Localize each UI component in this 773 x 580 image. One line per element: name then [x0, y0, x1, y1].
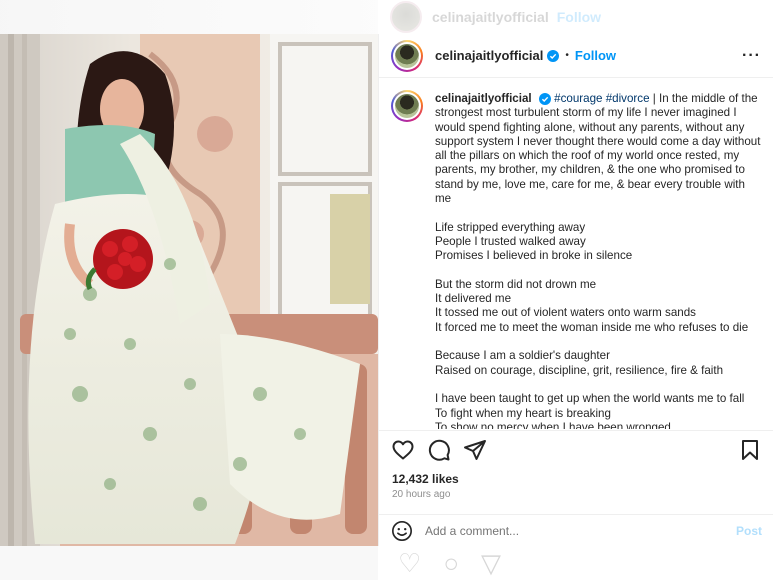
background-follow: Follow	[556, 9, 602, 25]
post-image[interactable]	[0, 34, 378, 546]
caption-username[interactable]: celinajaitlyofficial	[435, 92, 532, 105]
hashtag-links[interactable]: #courage #divorce	[554, 92, 649, 105]
post-timestamp[interactable]: 20 hours ago	[392, 489, 450, 500]
verified-icon	[547, 49, 560, 62]
username-link[interactable]: celinajaitlyofficial	[435, 48, 543, 63]
separator-dot: •	[565, 50, 569, 61]
comment-icon[interactable]	[427, 438, 451, 462]
comment-input[interactable]	[425, 523, 736, 538]
background-avatar	[390, 1, 422, 33]
background-username: celinajaitlyofficial	[432, 9, 549, 25]
avatar[interactable]	[391, 39, 423, 72]
heart-icon[interactable]	[391, 438, 415, 462]
caption-line: Raised on courage, discipline, grit, res…	[435, 363, 724, 377]
follow-button[interactable]: Follow	[575, 48, 616, 63]
post-header: celinajaitlyofficial • Follow ···	[379, 34, 773, 78]
caption-line: Promises I believed in broke in silence	[435, 249, 633, 263]
background-share-icon: ▽	[481, 547, 502, 578]
avatar-image	[395, 43, 419, 68]
caption-avatar-image	[395, 94, 419, 118]
background-actions: ♡ ○ ▽	[378, 546, 773, 580]
emoji-icon[interactable]	[391, 520, 413, 542]
caption-line: But the storm did not drown me	[435, 277, 597, 291]
caption-line: Because I am a soldier's daughter	[435, 349, 610, 363]
background-post-header: celinajaitlyofficial Follow	[378, 0, 773, 34]
post-comment-button[interactable]: Post	[736, 524, 762, 538]
caption-section: celinajaitlyofficial #courage #divorce |…	[379, 78, 773, 429]
action-bar	[379, 430, 773, 468]
more-options-icon[interactable]: ···	[742, 47, 761, 65]
background-overlay-top	[0, 0, 378, 34]
background-comment-icon: ○	[443, 547, 460, 578]
post-caption: celinajaitlyofficial #courage #divorce |…	[435, 92, 761, 429]
caption-intro: | In the middle of the strongest most tu…	[435, 92, 761, 206]
caption-line: It delivered me	[435, 292, 512, 306]
caption-line: To show no mercy when I have been wronge…	[435, 420, 671, 429]
caption-avatar[interactable]	[391, 90, 423, 122]
share-icon[interactable]	[463, 438, 487, 462]
post-photo-illustration	[0, 34, 378, 546]
caption-line: It forced me to meet the woman inside me…	[435, 320, 749, 334]
bookmark-icon[interactable]	[738, 438, 762, 462]
caption-line: I have been taught to get up when the wo…	[435, 392, 745, 406]
like-count[interactable]: 12,432 likes	[392, 472, 459, 486]
comment-bar: Post	[379, 514, 773, 546]
background-overlay-bottom	[0, 546, 378, 580]
caption-line: It tossed me out of violent waters onto …	[435, 306, 696, 320]
caption-line: To fight when my heart is breaking	[435, 406, 611, 420]
background-heart-icon: ♡	[398, 547, 422, 578]
caption-verified-icon	[538, 92, 551, 105]
caption-line: People I trusted walked away	[435, 234, 586, 248]
caption-line: Life stripped everything away	[435, 220, 586, 234]
post-details-panel: celinajaitlyofficial • Follow ··· celina…	[378, 34, 773, 546]
